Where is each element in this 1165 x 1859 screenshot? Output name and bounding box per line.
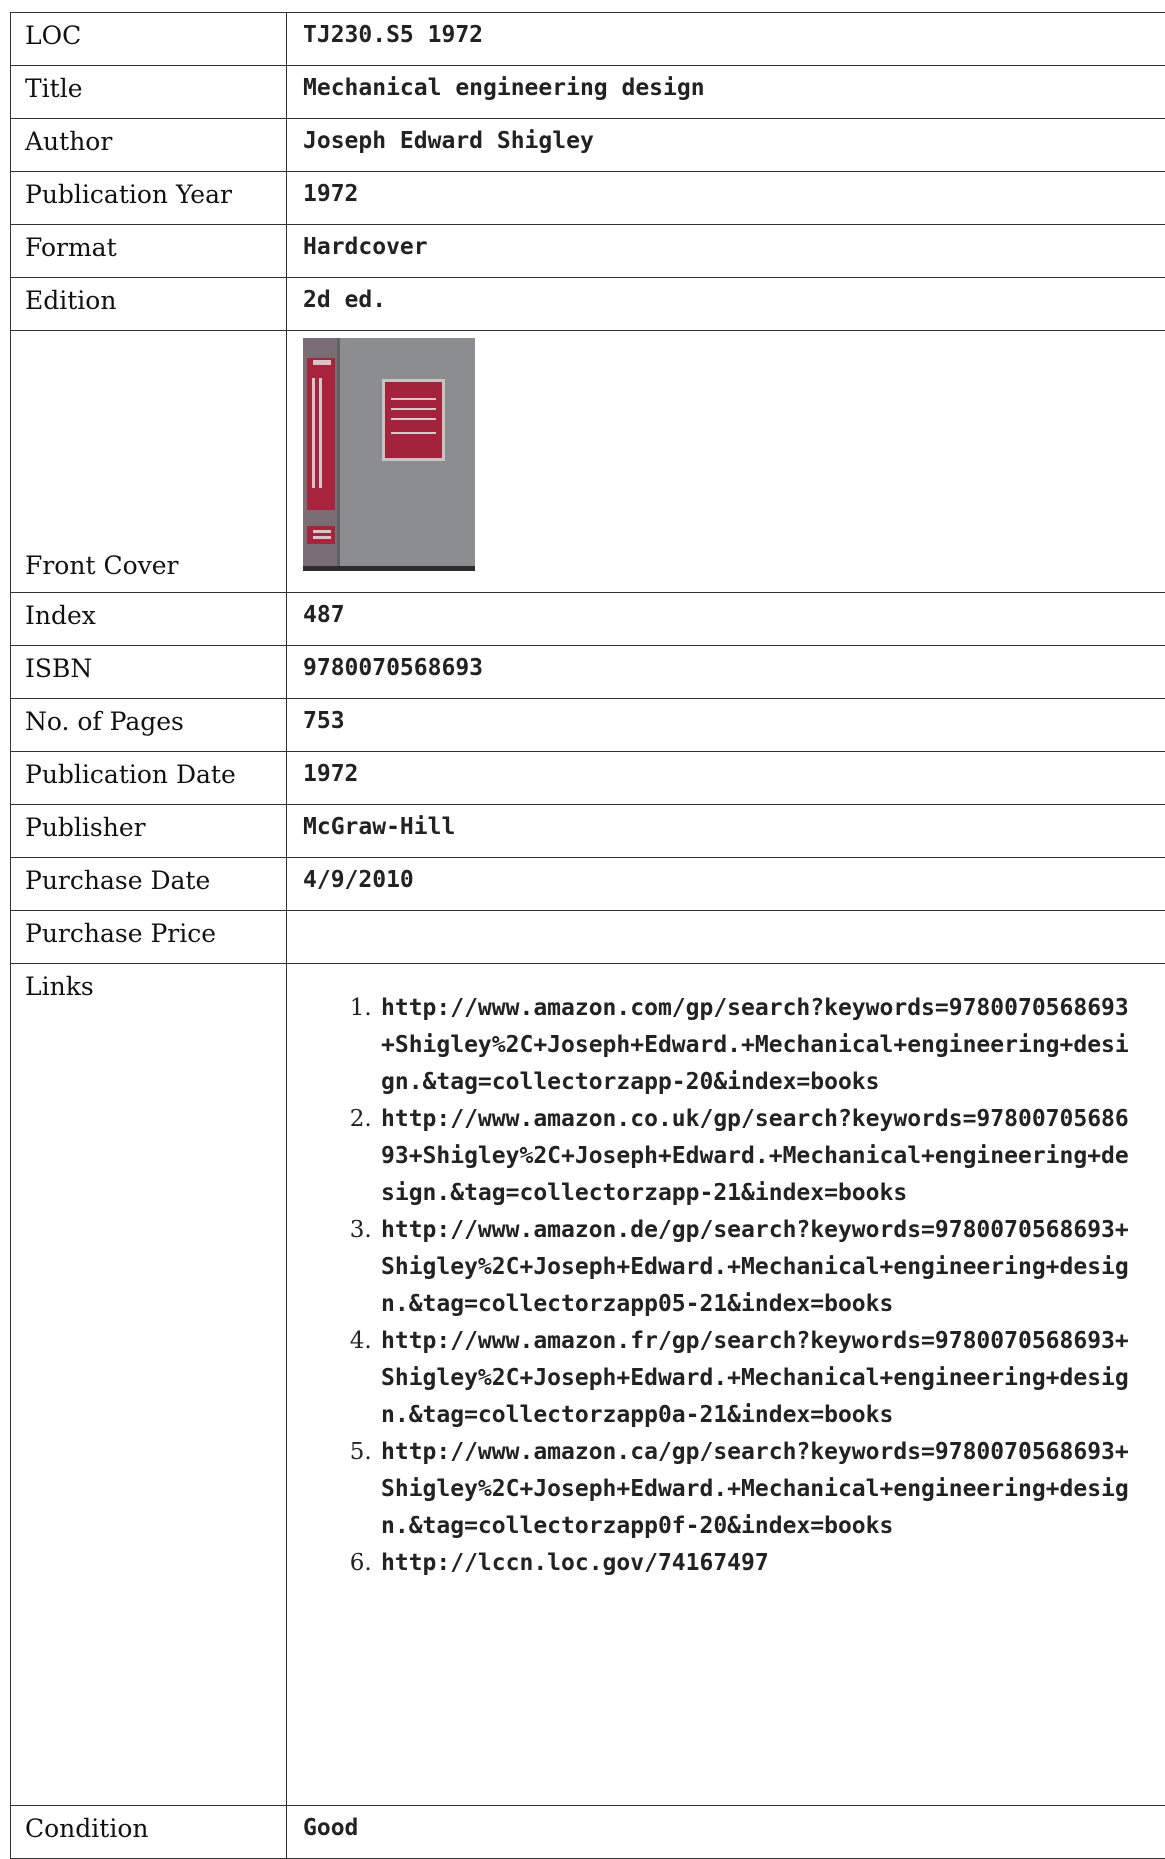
row-publication-date: Publication Date 1972	[11, 752, 1165, 805]
condition-value: Good	[287, 1806, 1165, 1859]
links-cell: http://www.amazon.com/gp/search?keywords…	[287, 964, 1165, 1806]
row-title: Title Mechanical engineering design	[11, 66, 1165, 119]
front-cover-cell	[287, 331, 1165, 593]
publication-date-value: 1972	[287, 752, 1165, 805]
row-loc: LOC TJ230.S5 1972	[11, 13, 1165, 66]
front-cover-label: Front Cover	[11, 331, 287, 593]
pages-label: No. of Pages	[11, 699, 287, 752]
title-value: Mechanical engineering design	[287, 66, 1165, 119]
row-pages: No. of Pages 753	[11, 699, 1165, 752]
link-item-amazon-de[interactable]: http://www.amazon.de/gp/search?keywords=…	[379, 1212, 1139, 1323]
purchase-date-label: Purchase Date	[11, 858, 287, 911]
links-list: http://www.amazon.com/gp/search?keywords…	[287, 990, 1139, 1582]
links-label: Links	[11, 964, 287, 1806]
index-value: 487	[287, 593, 1165, 646]
publication-year-value: 1972	[287, 172, 1165, 225]
edition-value: 2d ed.	[287, 278, 1165, 331]
row-isbn: ISBN 9780070568693	[11, 646, 1165, 699]
author-label: Author	[11, 119, 287, 172]
publisher-label: Publisher	[11, 805, 287, 858]
row-condition: Condition Good	[11, 1806, 1165, 1859]
publisher-value: McGraw-Hill	[287, 805, 1165, 858]
book-record-table: LOC TJ230.S5 1972 Title Mechanical engin…	[10, 12, 1165, 1859]
link-item-lccn[interactable]: http://lccn.loc.gov/74167497	[379, 1545, 1139, 1582]
publication-year-label: Publication Year	[11, 172, 287, 225]
row-links: Links http://www.amazon.com/gp/search?ke…	[11, 964, 1165, 1806]
title-label: Title	[11, 66, 287, 119]
purchase-price-label: Purchase Price	[11, 911, 287, 964]
loc-value: TJ230.S5 1972	[287, 13, 1165, 66]
row-purchase-date: Purchase Date 4/9/2010	[11, 858, 1165, 911]
link-item-amazon-fr[interactable]: http://www.amazon.fr/gp/search?keywords=…	[379, 1323, 1139, 1434]
index-label: Index	[11, 593, 287, 646]
book-cover-image[interactable]	[303, 338, 475, 571]
loc-label: LOC	[11, 13, 287, 66]
pages-value: 753	[287, 699, 1165, 752]
purchase-price-value	[287, 911, 1165, 964]
author-value: Joseph Edward Shigley	[287, 119, 1165, 172]
isbn-label: ISBN	[11, 646, 287, 699]
row-edition: Edition 2d ed.	[11, 278, 1165, 331]
row-front-cover: Front Cover	[11, 331, 1165, 593]
row-format: Format Hardcover	[11, 225, 1165, 278]
link-item-amazon-co-uk[interactable]: http://www.amazon.co.uk/gp/search?keywor…	[379, 1101, 1139, 1212]
format-label: Format	[11, 225, 287, 278]
row-publication-year: Publication Year 1972	[11, 172, 1165, 225]
publication-date-label: Publication Date	[11, 752, 287, 805]
row-author: Author Joseph Edward Shigley	[11, 119, 1165, 172]
row-publisher: Publisher McGraw-Hill	[11, 805, 1165, 858]
link-item-amazon-com[interactable]: http://www.amazon.com/gp/search?keywords…	[379, 990, 1139, 1101]
edition-label: Edition	[11, 278, 287, 331]
format-value: Hardcover	[287, 225, 1165, 278]
row-index: Index 487	[11, 593, 1165, 646]
purchase-date-value: 4/9/2010	[287, 858, 1165, 911]
link-item-amazon-ca[interactable]: http://www.amazon.ca/gp/search?keywords=…	[379, 1434, 1139, 1545]
isbn-value: 9780070568693	[287, 646, 1165, 699]
condition-label: Condition	[11, 1806, 287, 1859]
row-purchase-price: Purchase Price	[11, 911, 1165, 964]
